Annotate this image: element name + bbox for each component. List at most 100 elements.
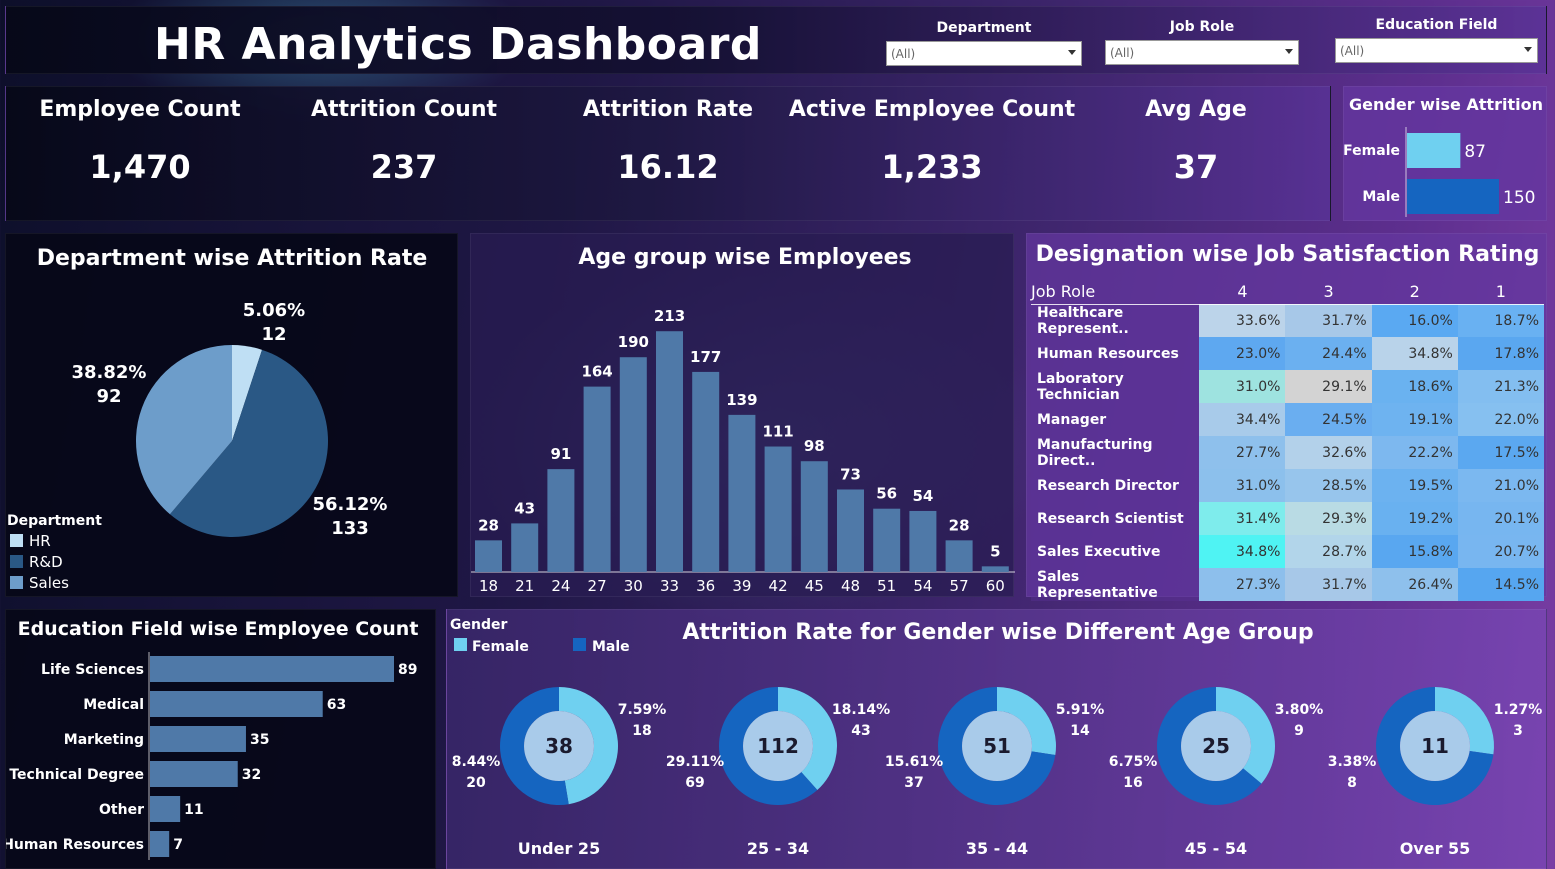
tick-label: 21 bbox=[515, 577, 534, 595]
male-percent-label: 3.38% bbox=[1328, 754, 1377, 770]
rating-cell: 33.6% bbox=[1199, 304, 1286, 337]
education-field-select[interactable]: (All) bbox=[1335, 38, 1538, 63]
bar bbox=[1407, 133, 1461, 168]
female-count-label: 18 bbox=[632, 723, 651, 739]
count-label: 92 bbox=[96, 386, 121, 407]
chart-title: Education Field wise Employee Count bbox=[18, 618, 419, 640]
male-percent-label: 29.11% bbox=[666, 754, 724, 770]
rating-cell: 21.3% bbox=[1457, 370, 1544, 403]
gender-attrition-chart: Gender wise Attrition Female 87 Male 150 bbox=[1343, 95, 1543, 217]
female-percent-label: 3.80% bbox=[1275, 702, 1324, 718]
education-field-chart: Education Field wise Employee Count Life … bbox=[2, 618, 419, 860]
rating-cell: 31.0% bbox=[1199, 370, 1286, 403]
chevron-down-icon[interactable] bbox=[1524, 47, 1532, 52]
bar bbox=[150, 656, 394, 682]
table-row: Manager 34.4% 24.5% 19.1% 22.0% bbox=[1031, 403, 1544, 436]
tick-label: 51 bbox=[877, 577, 896, 595]
data-label: 190 bbox=[618, 333, 649, 351]
column-header: Job Role bbox=[1031, 280, 1200, 305]
male-percent-label: 8.44% bbox=[452, 754, 501, 770]
age-group-label: Over 55 bbox=[1400, 839, 1471, 858]
tick-label: 27 bbox=[588, 577, 607, 595]
tick-label: 42 bbox=[769, 577, 788, 595]
bar bbox=[728, 414, 756, 572]
legend-label: R&D bbox=[29, 553, 63, 571]
rating-cell: 27.7% bbox=[1199, 436, 1286, 469]
education-field-panel: Education Field wise Employee Count Life … bbox=[2, 609, 436, 869]
female-percent-label: 7.59% bbox=[618, 702, 667, 718]
category-label: Human Resources bbox=[6, 837, 144, 853]
chevron-down-icon[interactable] bbox=[1285, 49, 1293, 54]
column-header: 3 bbox=[1285, 280, 1372, 305]
job-role-select[interactable]: (All) bbox=[1105, 40, 1299, 65]
percent-label: 56.12% bbox=[313, 494, 388, 515]
data-label: 111 bbox=[762, 423, 793, 441]
female-count-label: 14 bbox=[1070, 723, 1090, 739]
rating-cell: 20.7% bbox=[1457, 535, 1544, 568]
age-group-panel: Age group wise Employees 28 18 43 21 91 24 164 2… bbox=[470, 233, 1015, 597]
age-group-label: 35 - 44 bbox=[966, 839, 1028, 858]
kpi-attrition-rate: Attrition Rate 16.12 bbox=[536, 87, 800, 186]
data-label: 28 bbox=[478, 516, 499, 534]
designation-table-title: Designation wise Job Satisfaction Rating bbox=[1035, 242, 1540, 267]
chart-title: Age group wise Employees bbox=[578, 245, 911, 270]
legend-label: HR bbox=[29, 532, 51, 550]
bar bbox=[547, 469, 575, 572]
job-role-select-value: (All) bbox=[1110, 46, 1135, 60]
legend-swatch-male bbox=[573, 638, 586, 651]
rating-cell: 17.5% bbox=[1457, 436, 1544, 469]
bar bbox=[656, 331, 683, 572]
column-header: 4 bbox=[1199, 280, 1286, 305]
bar bbox=[981, 566, 1009, 572]
tick-label: 60 bbox=[986, 577, 1005, 595]
tick-label: 57 bbox=[950, 577, 969, 595]
tick-label: 48 bbox=[841, 577, 860, 595]
department-select[interactable]: (All) bbox=[886, 41, 1082, 66]
data-label: 63 bbox=[327, 697, 346, 713]
rating-cell: 20.1% bbox=[1457, 502, 1544, 535]
bar bbox=[692, 371, 720, 572]
rating-cell: 18.6% bbox=[1371, 370, 1458, 403]
chevron-down-icon[interactable] bbox=[1068, 50, 1076, 55]
job-role-cell: Research Scientist bbox=[1031, 502, 1200, 535]
tick-label: 33 bbox=[660, 577, 679, 595]
filter-department: Department (All) bbox=[886, 20, 1082, 66]
rating-cell: 31.7% bbox=[1285, 568, 1372, 601]
kpi-value: 1,233 bbox=[881, 148, 983, 186]
data-label: 56 bbox=[876, 485, 897, 503]
rating-cell: 29.3% bbox=[1285, 502, 1372, 535]
table-row: Research Director 31.0% 28.5% 19.5% 21.0% bbox=[1031, 469, 1544, 502]
legend-label: Female bbox=[472, 639, 529, 655]
table-row: Manufacturing Direct.. 27.7% 32.6% 22.2% 17.… bbox=[1031, 436, 1544, 469]
female-count-label: 3 bbox=[1513, 723, 1523, 739]
legend-title: Department bbox=[7, 513, 102, 529]
rating-cell: 27.3% bbox=[1199, 568, 1286, 601]
male-count-label: 37 bbox=[904, 775, 923, 791]
bar bbox=[873, 508, 901, 572]
filter-department-label: Department bbox=[936, 20, 1032, 36]
chart-title: Department wise Attrition Rate bbox=[37, 246, 428, 271]
male-percent-label: 6.75% bbox=[1109, 754, 1158, 770]
tick-label: 24 bbox=[551, 577, 570, 595]
female-percent-label: 18.14% bbox=[832, 702, 890, 718]
data-label: 164 bbox=[581, 363, 612, 381]
donut-total-label: 11 bbox=[1421, 734, 1449, 758]
table-row: Sales Executive 34.8% 28.7% 15.8% 20.7% bbox=[1031, 535, 1544, 568]
female-count-label: 9 bbox=[1294, 723, 1304, 739]
male-count-label: 16 bbox=[1123, 775, 1142, 791]
filter-education-field: Education Field (All) bbox=[1335, 17, 1538, 63]
rating-cell: 31.7% bbox=[1285, 304, 1372, 337]
male-count-label: 20 bbox=[466, 775, 486, 791]
table-row: Research Scientist 31.4% 29.3% 19.2% 20.1% bbox=[1031, 502, 1544, 535]
male-count-label: 8 bbox=[1347, 775, 1357, 791]
category-label: Female bbox=[1344, 143, 1400, 159]
bar bbox=[150, 831, 170, 857]
rating-cell: 17.8% bbox=[1457, 337, 1544, 370]
legend-label: Sales bbox=[29, 574, 69, 592]
table-row: Human Resources 23.0% 24.4% 34.8% 17.8% bbox=[1031, 337, 1544, 370]
filter-education-field-label: Education Field bbox=[1375, 17, 1498, 33]
kpi-panel: Employee Count 1,470 Attrition Count 237… bbox=[5, 86, 1331, 221]
rating-cell: 22.0% bbox=[1457, 403, 1544, 436]
header-bar: HR Analytics Dashboard Department (All) … bbox=[5, 6, 1547, 74]
female-percent-label: 5.91% bbox=[1056, 702, 1105, 718]
